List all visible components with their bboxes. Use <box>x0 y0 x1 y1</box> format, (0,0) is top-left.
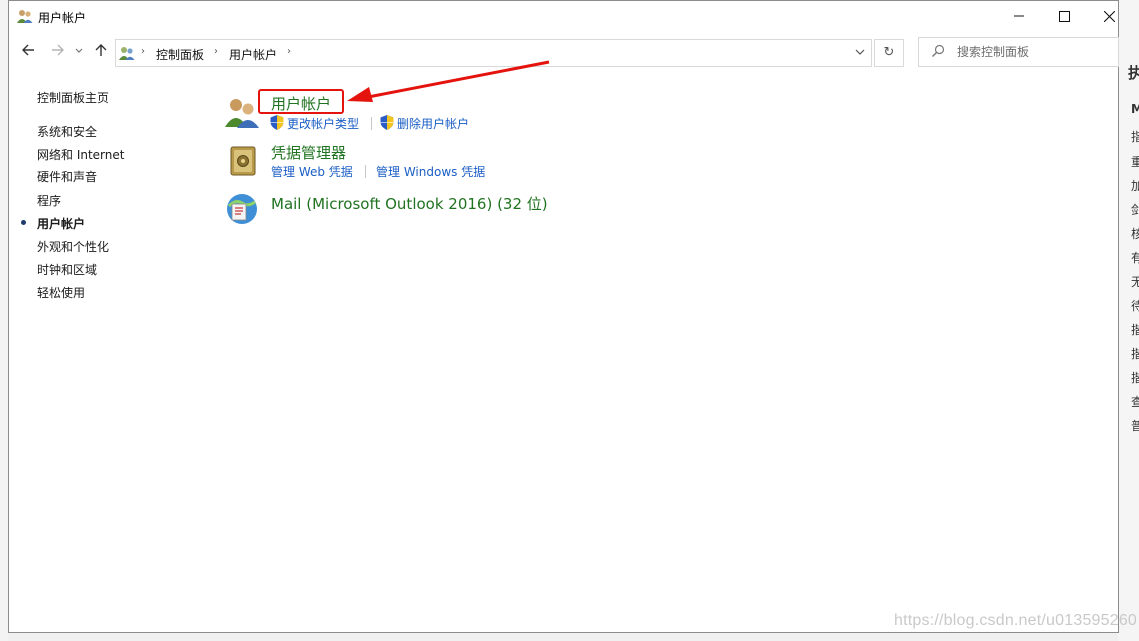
sidebar-item-system-security[interactable]: 系统和安全 <box>37 123 97 140</box>
watermark: https://blog.csdn.net/u013595260 <box>894 612 1138 629</box>
sidebar-item-clock-region[interactable]: 时钟和区域 <box>37 261 97 278</box>
breadcrumb-separator[interactable]: › <box>287 46 291 57</box>
recent-locations-button[interactable] <box>73 42 85 62</box>
uac-shield-icon <box>380 115 394 130</box>
control-panel-window: 用户帐户 › 控制面板 › 用户帐户 › ↻ 搜索控制面板 控制面板主页 系统和… <box>8 0 1119 633</box>
sidebar-item-user-accounts[interactable]: 用户帐户 <box>37 215 85 232</box>
breadcrumb-separator: › <box>141 46 145 57</box>
bg-glyph: 重 <box>1131 155 1139 169</box>
change-account-type-link[interactable]: 更改帐户类型 <box>287 115 359 132</box>
highlight-box <box>258 89 344 114</box>
bg-glyph: 执 <box>1128 64 1139 82</box>
back-button[interactable] <box>19 42 37 62</box>
search-input[interactable] <box>957 44 1107 60</box>
manage-web-credentials-link[interactable]: 管理 Web 凭据 <box>271 163 353 180</box>
chevron-down-icon <box>855 49 865 55</box>
sidebar-item-network[interactable]: 网络和 Internet <box>37 146 124 163</box>
refresh-icon: ↻ <box>883 45 895 60</box>
breadcrumb-user-accounts[interactable]: 用户帐户 <box>229 46 277 63</box>
window-title: 用户帐户 <box>38 11 87 25</box>
user-accounts-icon <box>225 99 259 128</box>
forward-button[interactable] <box>49 42 67 62</box>
navigation-bar: › 控制面板 › 用户帐户 › ↻ <box>9 37 1119 69</box>
arrow-left-icon <box>22 44 34 56</box>
bg-glyph: 揩 <box>1131 347 1139 361</box>
breadcrumb-control-panel[interactable]: 控制面板 <box>156 46 204 63</box>
up-button[interactable] <box>92 42 110 62</box>
close-button[interactable] <box>1086 1 1132 31</box>
search-icon <box>932 44 945 57</box>
breadcrumb-separator[interactable]: › <box>214 46 218 57</box>
minimize-icon <box>1014 15 1024 17</box>
link-separator <box>371 117 372 130</box>
arrow-right-icon <box>52 44 64 56</box>
search-box[interactable] <box>918 37 1119 67</box>
sidebar-home-link[interactable]: 控制面板主页 <box>37 89 109 106</box>
minimize-button[interactable] <box>996 1 1042 31</box>
uac-shield-icon <box>270 115 284 130</box>
link-separator <box>365 165 366 178</box>
bg-glyph: 剑 <box>1131 203 1139 217</box>
sidebar-item-appearance[interactable]: 外观和个性化 <box>37 238 109 255</box>
manage-windows-credentials-link[interactable]: 管理 Windows 凭据 <box>376 163 485 180</box>
bg-glyph: 无 <box>1131 275 1139 289</box>
users-icon <box>17 10 33 23</box>
bg-glyph: 查 <box>1131 395 1139 409</box>
bg-glyph: 揩 <box>1131 323 1139 337</box>
mail-title[interactable]: Mail (Microsoft Outlook 2016) (32 位) <box>271 193 548 214</box>
bg-glyph: 加 <box>1131 179 1139 193</box>
bg-glyph: M <box>1131 102 1139 116</box>
sidebar-item-ease-of-access[interactable]: 轻松使用 <box>37 284 85 301</box>
bg-glyph: 普 <box>1131 419 1139 433</box>
chevron-down-icon <box>75 48 83 53</box>
close-icon <box>1103 10 1115 22</box>
address-dropdown[interactable] <box>855 47 865 60</box>
credential-manager-icon <box>230 146 256 176</box>
credential-manager-title[interactable]: 凭据管理器 <box>271 142 346 163</box>
title-bar[interactable]: 用户帐户 <box>9 1 1118 31</box>
sidebar-item-programs[interactable]: 程序 <box>37 192 61 209</box>
delete-user-account-link[interactable]: 删除用户帐户 <box>397 115 469 132</box>
bg-glyph: 待 <box>1131 299 1139 313</box>
active-bullet <box>21 220 26 225</box>
arrow-up-icon <box>95 44 107 56</box>
background-left-strip <box>0 0 8 641</box>
bg-glyph: 揩 <box>1131 371 1139 385</box>
mail-icon <box>227 194 257 224</box>
bg-glyph: 指 <box>1131 130 1139 144</box>
maximize-button[interactable] <box>1041 1 1087 31</box>
bg-glyph: 有 <box>1131 251 1139 265</box>
refresh-button[interactable]: ↻ <box>874 39 904 67</box>
sidebar-item-hardware-sound[interactable]: 硬件和声音 <box>37 168 97 185</box>
bg-glyph: 核 <box>1131 227 1139 241</box>
annotation-arrow <box>347 60 550 102</box>
background-right-strip: 执 M 指 重 加 剑 核 有 无 待 揩 揩 揩 查 普 <box>1118 0 1139 641</box>
maximize-icon <box>1058 10 1070 22</box>
control-panel-icon <box>119 47 135 60</box>
